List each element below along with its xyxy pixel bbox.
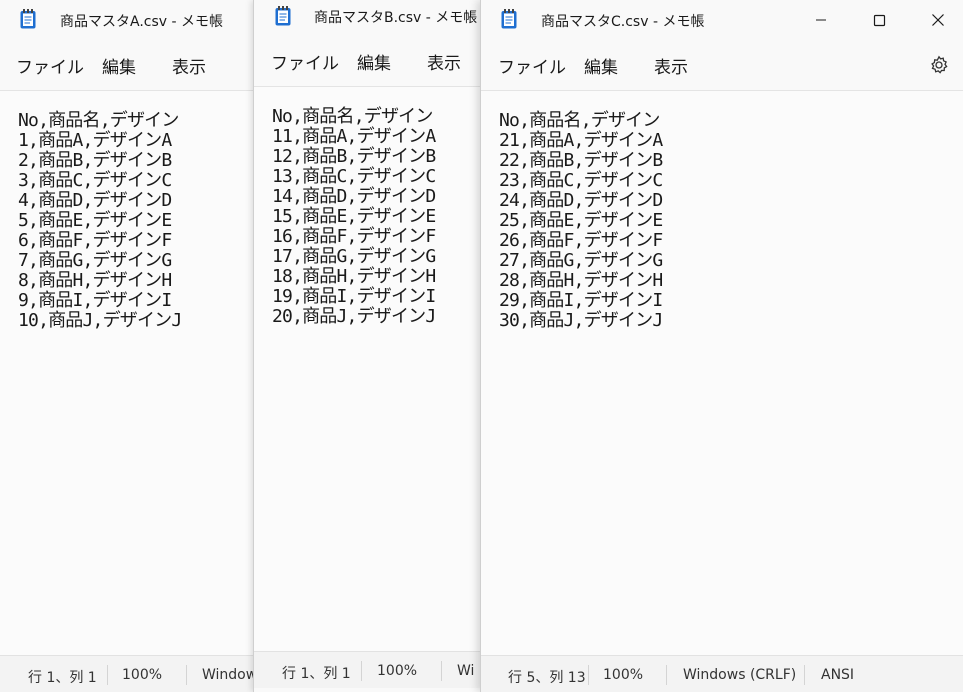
status-divider <box>666 665 667 685</box>
notepad-window-b[interactable]: 商品マスタB.csv - メモ帳 ファイル 編集 表示 No,商品名,デザイン … <box>253 0 480 692</box>
menu-file[interactable]: ファイル <box>271 49 339 74</box>
close-icon[interactable] <box>926 8 950 32</box>
status-divider <box>186 665 187 685</box>
title-bar[interactable]: 商品マスタB.csv - メモ帳 <box>254 0 480 38</box>
menu-edit[interactable]: 編集 <box>102 53 136 78</box>
line-ending: Wi <box>457 663 475 679</box>
status-divider <box>441 661 442 681</box>
notepad-icon <box>501 9 517 29</box>
gear-icon[interactable] <box>929 55 949 75</box>
status-bar: 行 5、列 13 100% Windows (CRLF) ANSI <box>481 655 963 692</box>
menu-view[interactable]: 表示 <box>654 53 688 78</box>
notepad-window-c[interactable]: 商品マスタC.csv - メモ帳 ファイル 編集 表示 No,商品名,デザイン … <box>480 0 963 692</box>
maximize-icon[interactable] <box>867 8 891 32</box>
cursor-position: 行 1、列 1 <box>282 666 351 682</box>
notepad-icon <box>275 6 291 26</box>
menu-file[interactable]: ファイル <box>498 53 566 78</box>
zoom-level: 100% <box>603 667 644 683</box>
menu-bar: ファイル 編集 表示 <box>254 36 480 86</box>
text-editor[interactable]: No,商品名,デザイン 11,商品A,デザインA 12,商品B,デザインB 13… <box>254 86 480 652</box>
status-bar: 行 1、列 1 100% Wi <box>254 651 480 688</box>
menu-bar: ファイル 編集 表示 <box>0 40 253 90</box>
menu-bar: ファイル 編集 表示 <box>481 40 963 90</box>
text-editor[interactable]: No,商品名,デザイン 1,商品A,デザインA 2,商品B,デザインB 3,商品… <box>0 90 253 656</box>
menu-file[interactable]: ファイル <box>16 53 84 78</box>
menu-view[interactable]: 表示 <box>172 53 206 78</box>
zoom-level: 100% <box>377 663 418 679</box>
cursor-position: 行 1、列 1 <box>28 670 97 686</box>
text-editor[interactable]: No,商品名,デザイン 21,商品A,デザインA 22,商品B,デザインB 23… <box>481 90 963 656</box>
menu-edit[interactable]: 編集 <box>584 53 618 78</box>
window-title: 商品マスタC.csv - メモ帳 <box>541 14 705 30</box>
notepad-icon <box>20 9 36 29</box>
editor-content[interactable]: No,商品名,デザイン 1,商品A,デザインA 2,商品B,デザインB 3,商品… <box>18 111 182 331</box>
editor-content[interactable]: No,商品名,デザイン 21,商品A,デザインA 22,商品B,デザインB 23… <box>499 111 663 331</box>
status-divider <box>107 665 108 685</box>
menu-edit[interactable]: 編集 <box>357 49 391 74</box>
status-divider <box>588 665 589 685</box>
status-divider <box>361 661 362 681</box>
window-title: 商品マスタB.csv - メモ帳 <box>314 10 478 26</box>
cursor-position: 行 5、列 13 <box>508 670 586 686</box>
notepad-window-a[interactable]: 商品マスタA.csv - メモ帳 ファイル 編集 表示 No,商品名,デザイン … <box>0 0 253 692</box>
zoom-level: 100% <box>122 667 163 683</box>
menu-view[interactable]: 表示 <box>427 49 461 74</box>
line-ending: Windows (CRLF) <box>683 667 797 683</box>
encoding: ANSI <box>821 667 855 683</box>
minimize-icon[interactable] <box>809 8 833 32</box>
status-divider <box>804 665 805 685</box>
editor-content[interactable]: No,商品名,デザイン 11,商品A,デザインA 12,商品B,デザインB 13… <box>272 107 436 327</box>
title-bar[interactable]: 商品マスタC.csv - メモ帳 <box>481 0 963 38</box>
status-bar: 行 1、列 1 100% Window <box>0 655 253 692</box>
title-bar[interactable]: 商品マスタA.csv - メモ帳 <box>0 0 253 38</box>
window-title: 商品マスタA.csv - メモ帳 <box>60 14 224 30</box>
line-ending: Window <box>202 667 253 683</box>
